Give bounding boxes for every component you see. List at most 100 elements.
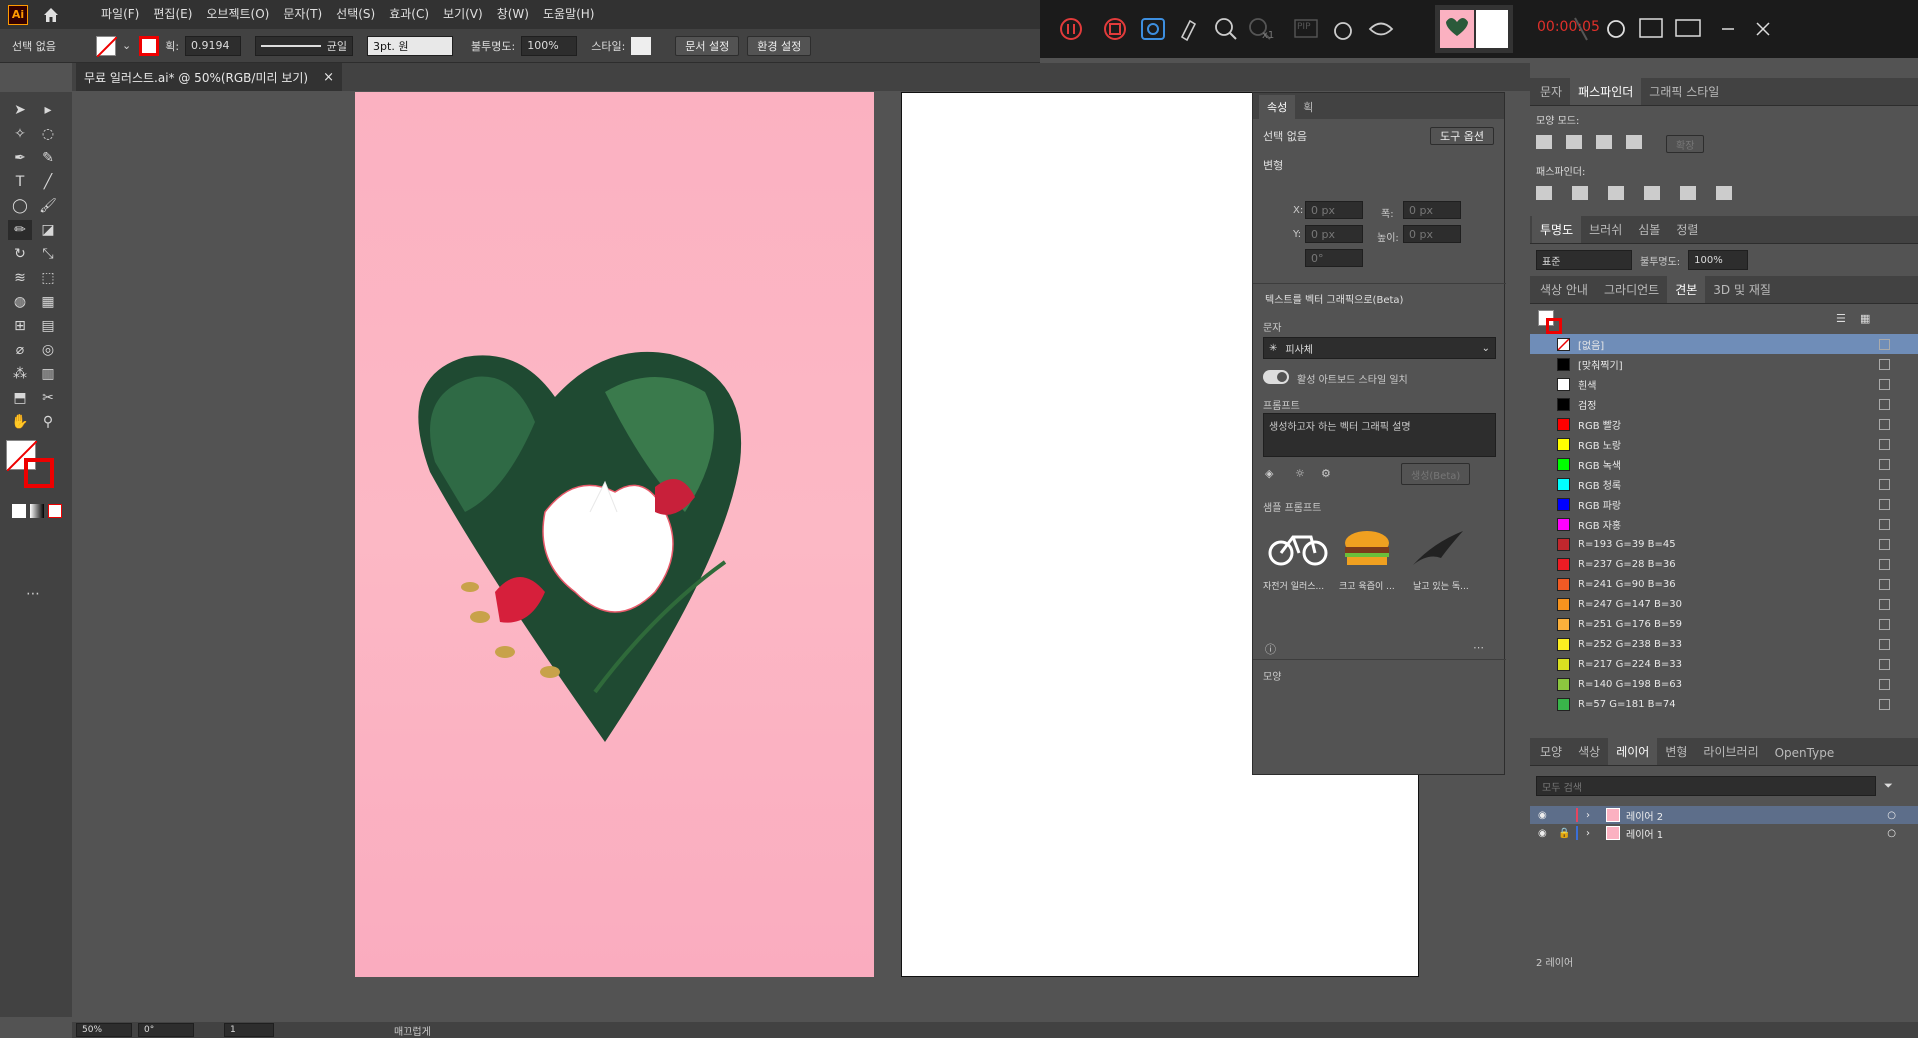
swatch-row[interactable]: RGB 자홍: [1530, 514, 1918, 534]
swatch-row[interactable]: 검정: [1530, 394, 1918, 414]
layer-search-input[interactable]: 모두 검색: [1536, 776, 1876, 796]
gradient-mode-icon[interactable]: [30, 504, 44, 518]
swatch-row[interactable]: RGB 녹색: [1530, 454, 1918, 474]
eyedropper-icon[interactable]: ⌀: [8, 340, 32, 360]
selection-tool-icon[interactable]: ➤: [8, 100, 32, 120]
stroke-profile-select[interactable]: 균일: [255, 35, 354, 56]
hand-tool-icon[interactable]: ✋: [8, 412, 32, 432]
panel-tab[interactable]: 심볼: [1630, 216, 1668, 243]
none-mode-icon[interactable]: [48, 504, 62, 518]
expand-chevron-icon[interactable]: ›: [1586, 810, 1600, 821]
panel-tab[interactable]: 투명도: [1532, 216, 1582, 243]
menu-item[interactable]: 오브젝트(O): [199, 0, 276, 29]
close-tab-icon[interactable]: ×: [323, 70, 334, 85]
rotate-tool-icon[interactable]: ↻: [8, 244, 32, 264]
magic-wand-icon[interactable]: ✧: [8, 124, 32, 144]
text-to-vector-title[interactable]: 텍스트를 벡터 그래픽으로(Beta): [1265, 291, 1403, 306]
opacity-input-panel[interactable]: 100%: [1688, 250, 1749, 270]
more-tools-icon[interactable]: ⋯: [26, 586, 40, 602]
direct-selection-tool-icon[interactable]: ▸: [36, 100, 60, 120]
blend-tool-icon[interactable]: ◎: [36, 340, 60, 360]
panel-tab[interactable]: 라이브러리: [1695, 738, 1766, 765]
visibility-eye-icon[interactable]: ◉: [1538, 828, 1552, 839]
settings-icon[interactable]: ⚙: [1321, 467, 1331, 480]
fill-swatch[interactable]: [95, 35, 118, 58]
x-input[interactable]: 0 px: [1305, 201, 1363, 219]
menu-item[interactable]: 도움말(H): [536, 0, 602, 29]
pen-tool-icon[interactable]: ✒: [8, 148, 32, 168]
swatch-row[interactable]: R=252 G=238 B=33: [1530, 634, 1918, 654]
style-swatch[interactable]: [631, 36, 652, 55]
minus-back-icon[interactable]: [1716, 186, 1732, 200]
panel-tab[interactable]: 정렬: [1668, 216, 1706, 243]
warp-tool-icon[interactable]: ≋: [8, 268, 32, 288]
swatch-row[interactable]: R=237 G=28 B=36: [1530, 554, 1918, 574]
type-tool-icon[interactable]: T: [8, 172, 32, 192]
recorder-controls[interactable]: [1040, 0, 1918, 58]
type-select[interactable]: ✳ 피사체 ⌄: [1263, 337, 1496, 359]
panel-tab[interactable]: 브러쉬: [1581, 216, 1630, 243]
lock-icon[interactable]: 🔒: [1558, 828, 1576, 839]
menu-item[interactable]: 편집(E): [146, 0, 199, 29]
intersect-icon[interactable]: [1596, 135, 1612, 149]
stroke-weight-input[interactable]: 0.9194: [185, 35, 242, 56]
prompt-textarea[interactable]: 생성하고자 하는 벡터 그래픽 설명: [1263, 413, 1496, 457]
expand-chevron-icon[interactable]: ›: [1586, 828, 1600, 839]
menu-item[interactable]: 파일(F): [94, 0, 146, 29]
stroke-swatch[interactable]: [139, 35, 160, 56]
info-icon[interactable]: ⓘ: [1265, 641, 1276, 657]
document-setup-button[interactable]: 문서 설정: [675, 35, 740, 56]
swatch-row[interactable]: R=241 G=90 B=36: [1530, 574, 1918, 594]
swatch-row[interactable]: R=217 G=224 B=33: [1530, 654, 1918, 674]
panel-tab[interactable]: 모양: [1532, 738, 1570, 765]
perspective-icon[interactable]: ▦: [36, 292, 60, 312]
home-icon[interactable]: [42, 6, 60, 24]
panel-tab[interactable]: 그라디언트: [1596, 276, 1667, 303]
brush-select[interactable]: 3pt. 원: [367, 35, 454, 56]
divide-icon[interactable]: [1536, 186, 1552, 200]
artboard-select[interactable]: 1: [224, 1023, 274, 1037]
swatch-row[interactable]: RGB 빨강: [1530, 414, 1918, 434]
paintbrush-icon[interactable]: 🖌: [36, 196, 60, 216]
zoom-select[interactable]: 50%: [76, 1023, 132, 1037]
color-mode-icon[interactable]: [12, 504, 26, 518]
swatch-row[interactable]: RGB 청록: [1530, 474, 1918, 494]
unite-icon[interactable]: [1536, 135, 1552, 149]
menu-item[interactable]: 보기(V): [436, 0, 490, 29]
layer-row[interactable]: ◉ › 레이어 2 ○: [1530, 806, 1918, 824]
swatch-row[interactable]: R=140 G=198 B=63: [1530, 674, 1918, 694]
menu-item[interactable]: 문자(T): [276, 0, 329, 29]
lightbulb-icon[interactable]: ☼: [1295, 467, 1305, 480]
panel-tab[interactable]: 레이어: [1608, 738, 1658, 765]
panel-tab[interactable]: 문자: [1532, 78, 1570, 105]
sample-3-label[interactable]: 날고 있는 독...: [1413, 579, 1469, 592]
panel-tab[interactable]: 견본: [1667, 276, 1706, 303]
chevron-down-icon[interactable]: ⌄: [122, 39, 131, 52]
panel-tab[interactable]: 3D 및 재질: [1705, 276, 1779, 303]
blend-mode-select[interactable]: 표준: [1536, 250, 1632, 270]
graph-tool-icon[interactable]: ▥: [36, 364, 60, 384]
swatch-row[interactable]: R=251 G=176 B=59: [1530, 614, 1918, 634]
panel-tab[interactable]: 색상: [1570, 738, 1608, 765]
slice-tool-icon[interactable]: ✂: [36, 388, 60, 408]
tab-properties[interactable]: 속성: [1259, 95, 1296, 119]
zoom-tool-icon[interactable]: ⚲: [36, 412, 60, 432]
swatch-row[interactable]: RGB 파랑: [1530, 494, 1918, 514]
menu-item[interactable]: 선택(S): [329, 0, 382, 29]
panel-tab[interactable]: 패스파인더: [1570, 78, 1642, 105]
swatch-row[interactable]: [맞춰찍기]: [1530, 354, 1918, 374]
angle-input[interactable]: 0°: [1305, 249, 1363, 267]
menu-item[interactable]: 효과(C): [382, 0, 436, 29]
opacity-input[interactable]: 100%: [521, 35, 578, 56]
panel-tab[interactable]: 색상 안내: [1532, 276, 1596, 303]
preferences-button[interactable]: 환경 설정: [747, 35, 812, 56]
expand-button[interactable]: 확장: [1666, 135, 1705, 153]
crop-icon[interactable]: [1644, 186, 1660, 200]
visibility-eye-icon[interactable]: ◉: [1538, 810, 1552, 821]
swatch-stroke-icon[interactable]: [1546, 318, 1562, 334]
artboard-tool-icon[interactable]: ⬒: [8, 388, 32, 408]
swatch-row[interactable]: R=193 G=39 B=45: [1530, 534, 1918, 554]
width-input[interactable]: 0 px: [1403, 201, 1461, 219]
filter-icon[interactable]: ⏷: [1884, 779, 1893, 793]
shape-builder-icon[interactable]: ◍: [8, 292, 32, 312]
